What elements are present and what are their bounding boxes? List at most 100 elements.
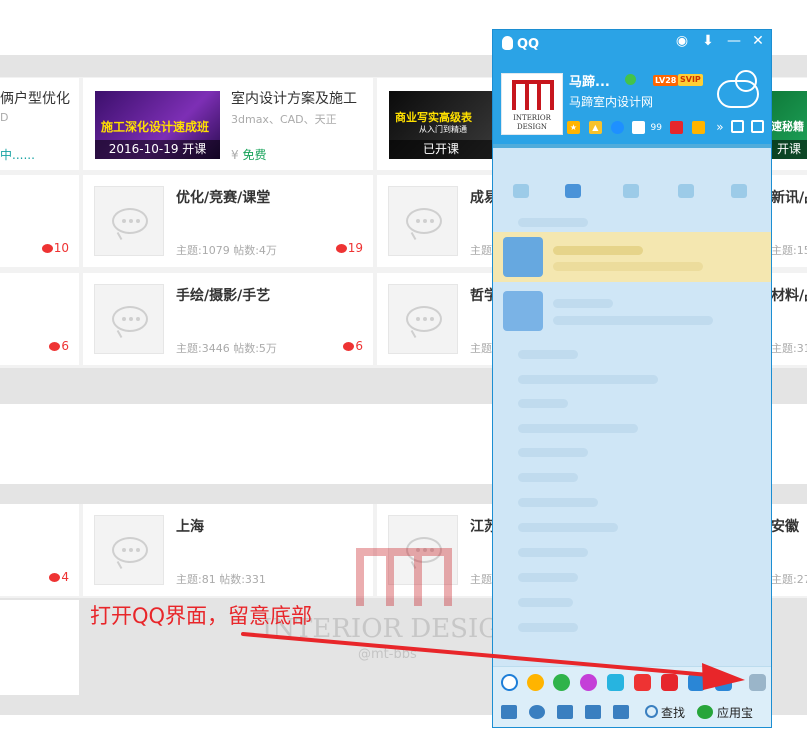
list-item[interactable] [518,399,568,408]
music-icon[interactable] [553,674,570,691]
list-item[interactable] [518,623,578,632]
svip-badge[interactable]: SVIP [678,74,703,86]
weather-icon[interactable] [715,66,765,116]
video-play-icon[interactable] [607,674,624,691]
region-title[interactable]: 上海 [176,516,204,536]
qq-security-icon[interactable] [715,674,732,691]
forum-card[interactable]: 成易 主题: [377,175,493,267]
course-card[interactable]: 俩户型优化 D 中...... [0,78,79,170]
browser-icon[interactable] [610,121,624,134]
list-item[interactable] [518,573,578,582]
search-button[interactable]: 查找 [661,704,685,721]
app-icon[interactable] [669,121,683,134]
forum-title[interactable]: 优化/竞赛/课堂 [176,187,270,207]
tab-icon[interactable] [623,184,639,198]
qq-window[interactable]: QQ ◉ ⬇ — ✕ INTERIOR DESIGN 马蹄... LV28 SV… [492,29,772,728]
list-item[interactable] [518,548,588,557]
search-icon[interactable] [645,705,658,718]
list-item[interactable] [553,299,613,308]
more-icon[interactable]: » [713,121,726,134]
forum-card[interactable]: 手绘/摄影/手艺 主题:3446 帖数:5万 6 [83,273,373,365]
region-card[interactable]: 安徽 主题:27 [771,504,807,596]
jd-icon[interactable] [661,674,678,691]
download-icon[interactable]: ⬇ [699,33,717,49]
forum-card[interactable]: 新讯/品 主题:15 [771,175,807,267]
zone-icon[interactable]: ▲ [588,121,602,134]
forum-card[interactable]: 6 [0,273,79,365]
avatar[interactable]: INTERIOR DESIGN [501,73,563,135]
flower-icon[interactable] [580,674,597,691]
region-title[interactable]: 江苏 [470,516,493,536]
app-manager-icon[interactable] [749,674,766,691]
minimize-button[interactable]: — [725,33,743,49]
region-card[interactable]: 4 [0,504,79,596]
list-item[interactable] [518,424,638,433]
forum-title[interactable]: 手绘/摄影/手艺 [176,285,270,305]
banner-caption: 已开课 [389,140,493,159]
close-button[interactable]: ✕ [749,33,767,49]
tab-icon[interactable] [513,184,529,198]
cart-icon[interactable] [691,121,705,134]
forum-thumbnail[interactable] [388,284,458,354]
region-card[interactable]: 上海 主题:81 帖数:331 [83,504,373,596]
course-card[interactable]: 速秘籍 开课 [771,78,807,170]
forum-thumbnail[interactable] [94,515,164,585]
forum-card[interactable]: 10 [0,175,79,267]
main-menu-icon[interactable] [501,705,517,719]
volume-icon[interactable] [557,705,573,719]
list-item[interactable] [553,316,713,325]
course-banner[interactable]: 商业写实高级表 从入门到精通 已开课 [389,91,493,159]
appstore-button[interactable]: 应用宝 [717,704,753,721]
avatar[interactable] [503,291,543,331]
app-manager-icon[interactable] [751,120,764,133]
course-title[interactable]: 室内设计方案及施工 [231,88,357,108]
list-item[interactable] [553,262,703,271]
stock-chart-icon[interactable] [634,674,651,691]
list-item[interactable] [518,375,658,384]
list-item[interactable] [518,473,578,482]
forum-title[interactable]: 成易 [470,187,493,207]
contact-list[interactable] [493,148,771,666]
forum-thumbnail[interactable] [94,284,164,354]
settings-icon[interactable] [529,705,545,719]
level-badge[interactable]: LV28 [653,75,679,86]
tab-icon[interactable] [678,184,694,198]
file-folder-icon[interactable] [585,705,601,719]
penguin-game-icon[interactable] [527,674,544,691]
forum-thumbnail[interactable] [94,186,164,256]
forum-title[interactable]: 新讯/品 [771,187,807,207]
list-item[interactable] [518,218,588,227]
forum-card[interactable]: 哲学 主题: [377,273,493,365]
appstore-icon[interactable] [697,705,713,719]
course-card[interactable]: 商业写实高级表 从入门到精通 已开课 [377,78,493,170]
list-item[interactable] [518,350,578,359]
skin-icon[interactable] [731,120,744,133]
forum-thumbnail[interactable] [388,186,458,256]
mail-icon[interactable] [632,121,646,134]
online-status-icon[interactable] [625,74,636,85]
region-title[interactable]: 安徽 [771,516,799,536]
list-item[interactable] [518,498,598,507]
course-card[interactable]: 施工深化设计速成班 2016-10-19 开课 室内设计方案及施工 3dmax、… [83,78,373,170]
tab-icon[interactable] [565,184,581,198]
forum-card[interactable]: 材料/品 主题:31 [771,273,807,365]
medal-icon[interactable]: ◉ [673,33,691,49]
list-item[interactable] [518,598,573,607]
favorites-icon[interactable] [613,705,629,719]
list-item[interactable] [518,448,588,457]
forum-title[interactable]: 哲学 [470,285,493,305]
forum-card[interactable]: 优化/竞赛/课堂 主题:1079 帖数:4万 19 [83,175,373,267]
course-banner[interactable]: 速秘籍 开课 [771,91,807,159]
list-item[interactable] [553,246,643,255]
forum-title[interactable]: 材料/品 [771,285,807,305]
course-banner[interactable]: 施工深化设计速成班 2016-10-19 开课 [95,91,220,159]
security-icon[interactable] [688,674,705,691]
tab-icon[interactable] [731,184,747,198]
signature[interactable]: 马蹄室内设计网 [569,93,653,110]
reply-bubble-icon [41,244,53,253]
list-item[interactable] [518,523,618,532]
star-icon[interactable]: ★ [567,121,580,134]
nickname[interactable]: 马蹄... [569,71,610,90]
avatar[interactable] [503,237,543,277]
browser-icon[interactable] [501,674,518,691]
